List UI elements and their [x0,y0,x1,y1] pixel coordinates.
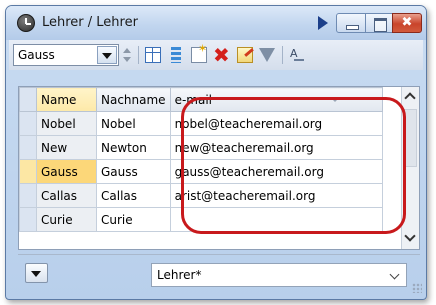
title-bar[interactable]: Lehrer / Lehrer ✖ [6,6,426,40]
record-combo-value: Gauss [18,48,55,62]
filter-icon[interactable] [259,48,275,62]
list-icon[interactable] [171,47,181,63]
row-selector[interactable] [19,159,37,184]
clock-icon [17,14,35,32]
cell-nachname[interactable]: Nobel [96,111,171,136]
table-row[interactable]: Curie Curie [19,207,383,232]
new-record-icon[interactable] [191,42,207,63]
records-table: Name Nachname e-mail Nobel Nobel nobel@t… [19,87,383,232]
maximize-button[interactable] [365,13,393,33]
toolbar-separator [138,46,139,64]
sort-arrow-icon [331,98,339,102]
scroll-up-icon[interactable] [402,89,419,106]
table-row-active[interactable]: Gauss Gauss gauss@teacheremail.org [19,159,383,184]
minimize-button[interactable] [336,13,366,33]
chevron-down-icon[interactable] [97,46,117,64]
lehrer-window: Lehrer / Lehrer ✖ Gauss ✖ A Name Nachnam… [5,5,427,300]
cell-nachname[interactable]: Curie [96,207,171,232]
cell-email[interactable]: arist@teacheremail.org [169,183,383,208]
header-row: Name Nachname e-mail [19,87,383,112]
sort-icon[interactable]: A [290,47,306,63]
cell-email[interactable] [169,207,383,232]
scroll-thumb[interactable] [404,109,417,167]
cell-name[interactable]: Gauss [36,159,97,184]
scroll-down-icon[interactable] [402,230,419,247]
data-grid: Name Nachname e-mail Nobel Nobel nobel@t… [18,86,420,250]
cell-name[interactable]: Nobel [36,111,97,136]
toolbar: Gauss ✖ A [9,40,423,70]
cell-nachname[interactable]: Gauss [96,159,171,184]
row-selector[interactable] [19,207,37,232]
column-header-nachname[interactable]: Nachname [96,87,171,112]
row-selector[interactable] [19,183,37,208]
form-selector-combo[interactable]: Lehrer* [151,263,407,287]
cell-nachname[interactable]: Newton [96,135,171,160]
cell-name[interactable]: Callas [36,183,97,208]
form-selector-value: Lehrer* [157,268,202,282]
vertical-scrollbar[interactable] [401,87,419,249]
table-icon[interactable] [145,47,161,63]
window-title: Lehrer / Lehrer [42,15,138,30]
column-header-email[interactable]: e-mail [169,87,383,112]
footer-divider [18,254,420,255]
close-button[interactable]: ✖ [392,13,422,33]
resize-grip-icon[interactable] [412,283,422,293]
row-selector[interactable] [19,111,37,136]
cell-nachname[interactable]: Callas [96,183,171,208]
delete-icon[interactable]: ✖ [213,45,230,65]
cell-email[interactable]: nobel@teacheremail.org [169,111,383,136]
row-selector-header[interactable] [19,87,37,112]
record-combo[interactable]: Gauss [13,44,119,66]
navigator-dropdown-button[interactable] [25,263,48,283]
table-row[interactable]: New Newton new@teacheremail.org [19,135,383,160]
close-icon: ✖ [401,15,413,30]
cell-name[interactable]: Curie [36,207,97,232]
row-selector[interactable] [19,135,37,160]
chevron-down-icon[interactable] [389,269,400,280]
table-row[interactable]: Callas Callas arist@teacheremail.org [19,183,383,208]
cell-name[interactable]: New [36,135,97,160]
toolbar-separator [282,46,283,64]
column-header-name[interactable]: Name [36,87,97,112]
cell-email[interactable]: new@teacheremail.org [169,135,383,160]
play-icon[interactable] [316,13,330,33]
edit-icon[interactable] [237,47,253,63]
table-row[interactable]: Nobel Nobel nobel@teacheremail.org [19,111,383,136]
spin-icon[interactable] [121,44,133,66]
cell-email[interactable]: gauss@teacheremail.org [169,159,383,184]
